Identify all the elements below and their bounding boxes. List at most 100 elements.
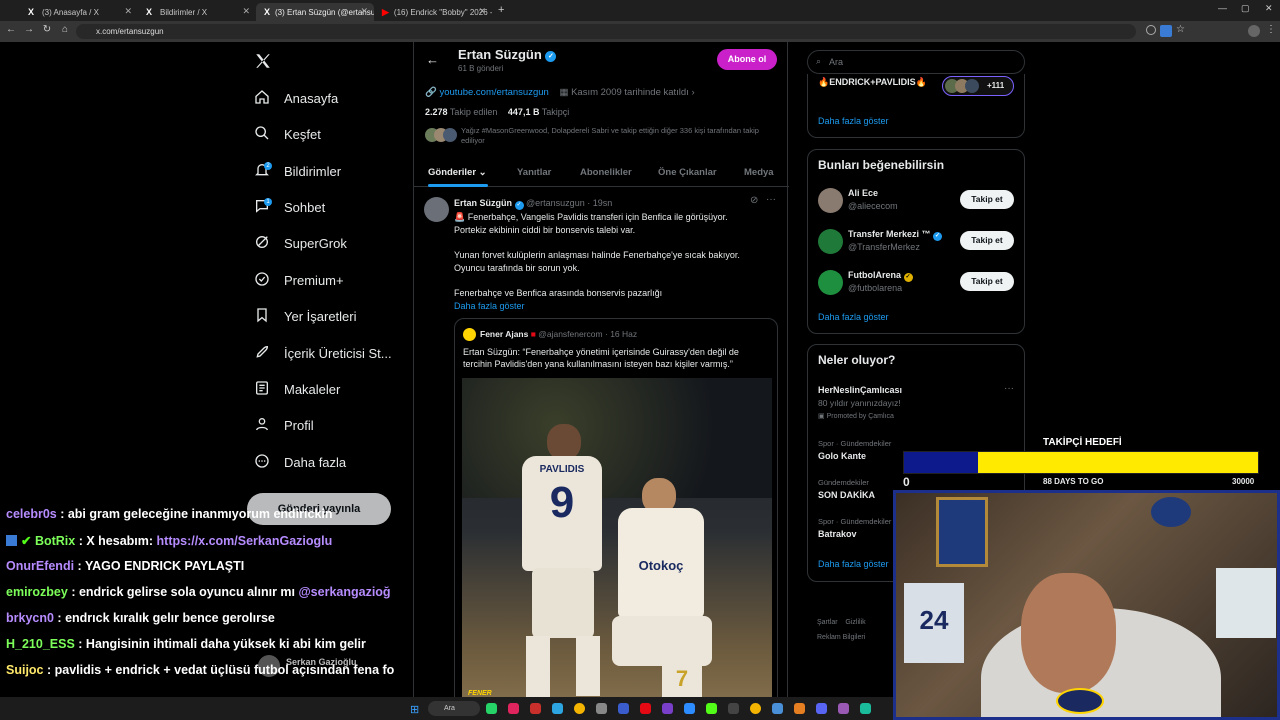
footer-link[interactable]: Şartlar [817,619,838,626]
tab-highlights[interactable]: Öne Çıkanlar [658,167,717,178]
search-input[interactable]: ⌕ Ara [807,50,1025,74]
netflix-icon[interactable] [640,703,651,714]
sidebar-item-1[interactable]: Anasayfa [254,86,338,110]
window-close-icon[interactable]: ✕ [1265,3,1273,14]
post-avatar[interactable] [424,197,449,222]
telegram-icon[interactable] [552,703,563,714]
tab-subscriptions[interactable]: Abonelikler [580,167,632,178]
chat-username[interactable]: BotRix [35,534,75,548]
follow-button[interactable]: Takip et [960,231,1014,250]
chat-username[interactable]: celebr0s [6,507,57,521]
footer-link[interactable]: Gizlilik [845,619,865,626]
browser-tab[interactable]: ▶ (16) Endrick "Bobby" 2026 - Ma✕ [374,3,492,21]
followers-label[interactable]: Takipçi [542,107,570,117]
browser-tab[interactable]: X Bildirimler / X ✕ [138,3,256,21]
kick-icon[interactable] [706,703,717,714]
sidebar-item-2[interactable]: Keşfet [254,122,321,146]
sidebar-item-4[interactable]: 1 Sohbet [254,195,325,219]
chat-username[interactable]: brkycn0 [6,611,54,625]
search-engine-icon[interactable] [1146,25,1156,35]
chat-link[interactable]: @serkangazioğ [298,585,390,599]
trend-name[interactable]: Batrakov [818,529,857,539]
app-icon[interactable] [838,703,849,714]
extension-icon[interactable] [1160,25,1172,37]
close-icon[interactable]: ✕ [242,6,250,17]
sidebar-item-9[interactable]: Makaleler [254,377,340,401]
chrome-icon[interactable] [574,703,585,714]
followers-count[interactable]: 447,1 B [508,107,540,117]
chrome-icon[interactable] [750,703,761,714]
star-icon[interactable]: ☆ [1176,24,1185,35]
back-arrow-icon[interactable]: ← [426,52,439,67]
home-browser-icon[interactable]: ⌂ [58,24,72,35]
show-more-link[interactable]: Daha fazla göster [818,559,889,569]
sidebar-item-11[interactable]: Daha fazla [254,450,346,474]
website-link[interactable]: youtube.com/ertansuzgun [439,87,548,98]
taskbar-search[interactable]: Ara [428,701,480,716]
sidebar-item-5[interactable]: SuperGrok [254,231,347,255]
show-more-link[interactable]: Daha fazla göster [818,116,889,126]
app-icon[interactable] [618,703,629,714]
quoted-post[interactable]: Fener Ajans ■ @ajansfenercom · 16 Haz Er… [454,318,778,720]
app-icon[interactable] [530,703,541,714]
address-bar[interactable]: x.com/ertansuzgun [76,24,1136,39]
app-icon[interactable] [508,703,519,714]
sidebar-item-7[interactable]: Yer İşaretleri [254,304,357,328]
tab-replies[interactable]: Yanıtlar [517,167,551,178]
reload-icon[interactable]: ↻ [40,24,54,35]
profile-avatar-icon[interactable] [1248,25,1260,37]
sidebar-item-10[interactable]: Profil [254,413,314,437]
close-icon[interactable]: ✕ [478,6,486,17]
maximize-icon[interactable]: ▢ [1241,3,1250,14]
app-icon[interactable] [860,703,871,714]
zoom-icon[interactable] [684,703,695,714]
show-more-link[interactable]: Daha fazla göster [818,312,889,322]
forward-icon[interactable]: → [22,24,36,35]
browser-tab-active[interactable]: X (3) Ertan Süzgün (@ertansuzgu✕ [256,3,374,21]
new-tab-icon[interactable]: + [498,4,504,16]
close-icon[interactable]: ✕ [360,6,368,17]
whatsapp-icon[interactable] [486,703,497,714]
sidebar-item-6[interactable]: Premium+ [254,268,344,292]
app-icon[interactable] [794,703,805,714]
sidebar-item-3[interactable]: 2 Bildirimler [254,159,341,183]
post-author[interactable]: Ertan Süzgün [454,198,512,208]
back-icon[interactable]: ← [4,24,18,35]
tab-media[interactable]: Medya [744,167,774,178]
app-icon[interactable] [728,703,739,714]
chat-username[interactable]: emirozbey [6,585,68,599]
show-more-link[interactable]: Daha fazla göster [454,300,774,313]
chat-username[interactable]: Suijoc [6,663,44,677]
top-trend[interactable]: 🔥ENDRICK+PAVLIDIS🔥 [818,77,927,88]
discord-icon[interactable] [816,703,827,714]
subscribe-button[interactable]: Abone ol [717,49,777,70]
more-options-icon[interactable]: ··· [1004,383,1014,394]
app-icon[interactable] [662,703,673,714]
tab-posts[interactable]: Gönderiler ⌄ [428,167,487,178]
minimize-icon[interactable]: — [1218,3,1227,13]
menu-icon[interactable]: ⋮ [1266,24,1276,35]
sidebar-item-8[interactable]: İçerik Üreticisi St... [254,341,392,365]
x-logo-icon[interactable] [254,52,272,70]
footer-link[interactable]: Reklam Bilgileri [817,634,865,641]
post-handle[interactable]: @ertansuzgun [526,198,585,208]
trend-name[interactable]: SON DAKİKA [818,490,875,500]
app-icon[interactable] [772,703,783,714]
chat-link[interactable]: https://x.com/SerkanGazioglu [157,534,333,548]
following-label[interactable]: Takip edilen [450,107,498,117]
trend-name[interactable]: Golo Kante [818,451,866,461]
chat-username[interactable]: OnurEfendi [6,559,74,573]
chat-username[interactable]: H_210_ESS [6,637,75,651]
post-photo[interactable]: PAVLIDIS 9 Otokoç 7 FENER AJANS [462,378,772,719]
followed-by-text[interactable]: Yağız #MasonGreenwood, Dolapdereli Sabri… [461,126,779,146]
promo-name[interactable]: HerNeslinÇamlıcası [818,385,902,395]
more-options-icon[interactable]: ··· [766,194,776,205]
app-icon[interactable] [596,703,607,714]
following-count[interactable]: 2.278 [425,107,448,117]
follow-button[interactable]: Takip et [960,190,1014,209]
close-icon[interactable]: ✕ [124,6,132,17]
windows-start-icon[interactable]: ⊞ [410,703,419,716]
browser-tab[interactable]: X (3) Anasayfa / X ✕ [20,3,138,21]
post-time[interactable]: · 19sn [587,198,612,208]
follow-button[interactable]: Takip et [960,272,1014,291]
